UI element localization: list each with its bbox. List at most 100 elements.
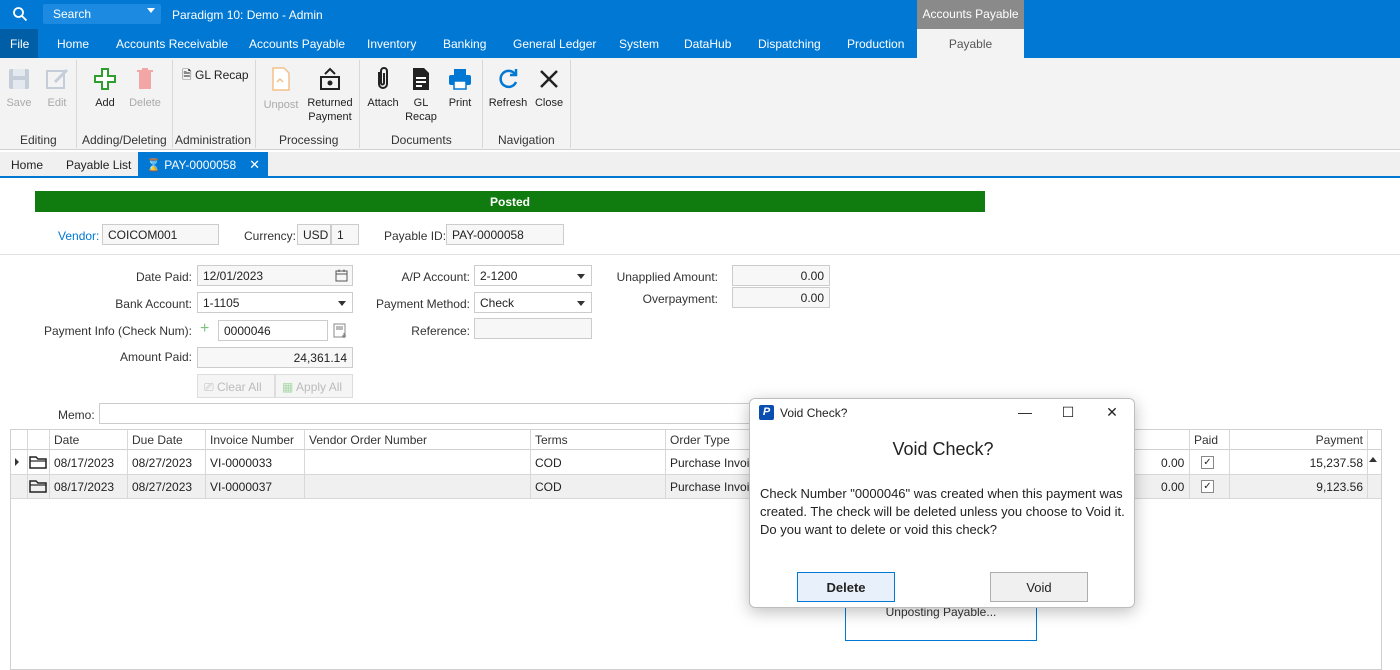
cell-date: 08/17/2023 [54, 456, 115, 470]
clear-all-button[interactable]: ⎚ Clear All [197, 374, 275, 398]
col-invoice-number[interactable]: Invoice Number [210, 433, 294, 447]
returned-payment-label: Returned Payment [307, 97, 353, 123]
print-button[interactable]: Print [444, 66, 476, 110]
dialog-titlebar[interactable]: P Void Check? — ☐ ✕ [750, 399, 1134, 427]
close-button[interactable]: Close [533, 66, 565, 110]
delete-button[interactable]: Delete [126, 66, 164, 110]
returned-payment-button[interactable]: Returned Payment [304, 66, 356, 124]
col-date[interactable]: Date [54, 433, 79, 447]
group-label-administration: Administration [175, 133, 252, 147]
col-payment[interactable]: Payment [1316, 433, 1363, 447]
dialog-close-icon[interactable]: ✕ [1102, 403, 1122, 421]
menu-inventory[interactable]: Inventory [367, 37, 416, 51]
delete-check-button[interactable]: Delete [797, 572, 895, 602]
col-due-date[interactable]: Due Date [132, 433, 183, 447]
add-check-icon[interactable]: + [200, 321, 209, 337]
menu-production[interactable]: Production [847, 37, 904, 51]
search-input[interactable]: Search [43, 4, 161, 24]
menu-file[interactable]: File [0, 29, 38, 58]
tab-home[interactable]: Home [11, 158, 43, 172]
gl-recap-button[interactable]: GL Recap [404, 66, 438, 124]
refresh-label: Refresh [488, 97, 528, 109]
cell-order-type: Purchase Invoic [670, 456, 756, 470]
menu-home[interactable]: Home [57, 37, 89, 51]
row-indicator-icon [15, 458, 19, 466]
tab-close-icon[interactable]: ✕ [249, 157, 260, 173]
gl-recap-small-button[interactable]: 🗎 GL Recap [182, 66, 249, 87]
payment-method-select[interactable]: Check [474, 292, 592, 313]
grid-line [1189, 430, 1190, 498]
unpost-button[interactable]: Unpost [261, 66, 301, 112]
chevron-down-icon[interactable] [147, 8, 155, 13]
check-number-field[interactable]: 0000046 [218, 320, 328, 341]
document-tabs: Home Payable List ⌛ PAY-0000058 ✕ [0, 152, 1400, 178]
table-row[interactable]: 08/17/2023 08/27/2023 VI-0000037 COD Pur… [11, 475, 1381, 499]
col-paid[interactable]: Paid [1194, 433, 1218, 447]
date-paid-label: Date Paid: [135, 270, 192, 284]
menu-payable[interactable]: Payable [917, 29, 1024, 58]
apply-all-button[interactable]: ▦ Apply All [275, 374, 353, 398]
bank-account-value: 1-1105 [203, 296, 240, 310]
grid-line [530, 430, 531, 498]
refresh-button[interactable]: Refresh [487, 66, 529, 110]
menu-system[interactable]: System [619, 37, 659, 51]
maximize-icon[interactable]: ☐ [1058, 403, 1078, 421]
tab-pay-0000058[interactable]: ⌛ PAY-0000058 ✕ [138, 152, 268, 176]
dialog-window-title: Void Check? [780, 406, 848, 420]
col-terms[interactable]: Terms [535, 433, 568, 447]
minimize-icon[interactable]: — [1015, 403, 1035, 421]
check-lookup-icon[interactable] [333, 323, 349, 339]
save-button[interactable]: Save [4, 66, 34, 110]
group-label-processing: Processing [279, 133, 339, 147]
folder-icon[interactable] [29, 455, 47, 469]
paid-checkbox[interactable]: ✓ [1201, 480, 1214, 493]
menu-accounts-receivable[interactable]: Accounts Receivable [116, 37, 228, 51]
currency-rate-field[interactable]: 1 [331, 224, 359, 245]
gl-recap-label: GL Recap [405, 97, 437, 123]
void-check-button[interactable]: Void [990, 572, 1088, 602]
ap-account-select[interactable]: 2-1200 [474, 265, 592, 286]
add-button[interactable]: Add [90, 66, 120, 110]
printer-icon [449, 69, 471, 90]
currency-field[interactable]: USD [297, 224, 331, 245]
payment-method-label: Payment Method: [375, 297, 470, 311]
menu-banking[interactable]: Banking [443, 37, 486, 51]
folder-icon[interactable] [29, 479, 47, 493]
col-vendor-order-number[interactable]: Vendor Order Number [309, 433, 427, 447]
group-label-documents: Documents [391, 133, 452, 147]
save-icon [9, 69, 29, 89]
paid-checkbox[interactable]: ✓ [1201, 456, 1214, 469]
menu-accounts-payable[interactable]: Accounts Payable [249, 37, 345, 51]
add-label: Add [95, 97, 115, 109]
tab-payable-list[interactable]: Payable List [66, 158, 131, 172]
table-row[interactable]: 08/17/2023 08/27/2023 VI-0000033 COD Pur… [11, 451, 1381, 475]
vendor-label[interactable]: Vendor: [58, 229, 99, 243]
reference-field[interactable] [474, 318, 592, 339]
bank-account-select[interactable]: 1-1105 [197, 292, 353, 313]
menu-datahub[interactable]: DataHub [684, 37, 731, 51]
menu-dispatching[interactable]: Dispatching [758, 37, 821, 51]
amount-paid-field[interactable]: 24,361.14 [197, 347, 353, 368]
payable-id-field[interactable]: PAY-0000058 [446, 224, 564, 245]
date-paid-field[interactable]: 12/01/2023 [197, 265, 353, 286]
attach-button[interactable]: Attach [365, 66, 401, 110]
calendar-icon[interactable] [335, 269, 348, 282]
app-title: Paradigm 10: Demo - Admin [172, 8, 323, 22]
group-separator [172, 60, 173, 148]
col-order-type[interactable]: Order Type [670, 433, 730, 447]
close-icon [540, 70, 558, 88]
group-separator [359, 60, 360, 148]
vendor-field[interactable]: COICOM001 [102, 224, 219, 245]
search-placeholder: Search [53, 7, 92, 21]
print-label: Print [448, 97, 472, 109]
menu-general-ledger[interactable]: General Ledger [513, 37, 596, 51]
grid-line [304, 430, 305, 498]
search-icon[interactable] [12, 6, 28, 22]
gl-recap-small-label: GL Recap [195, 68, 249, 82]
edit-button[interactable]: Edit [42, 66, 72, 110]
plus-icon [94, 68, 116, 90]
dialog-message: Check Number "0000046" was created when … [760, 485, 1130, 539]
group-separator [482, 60, 483, 148]
edit-label: Edit [47, 97, 67, 109]
memo-field[interactable] [99, 403, 759, 424]
